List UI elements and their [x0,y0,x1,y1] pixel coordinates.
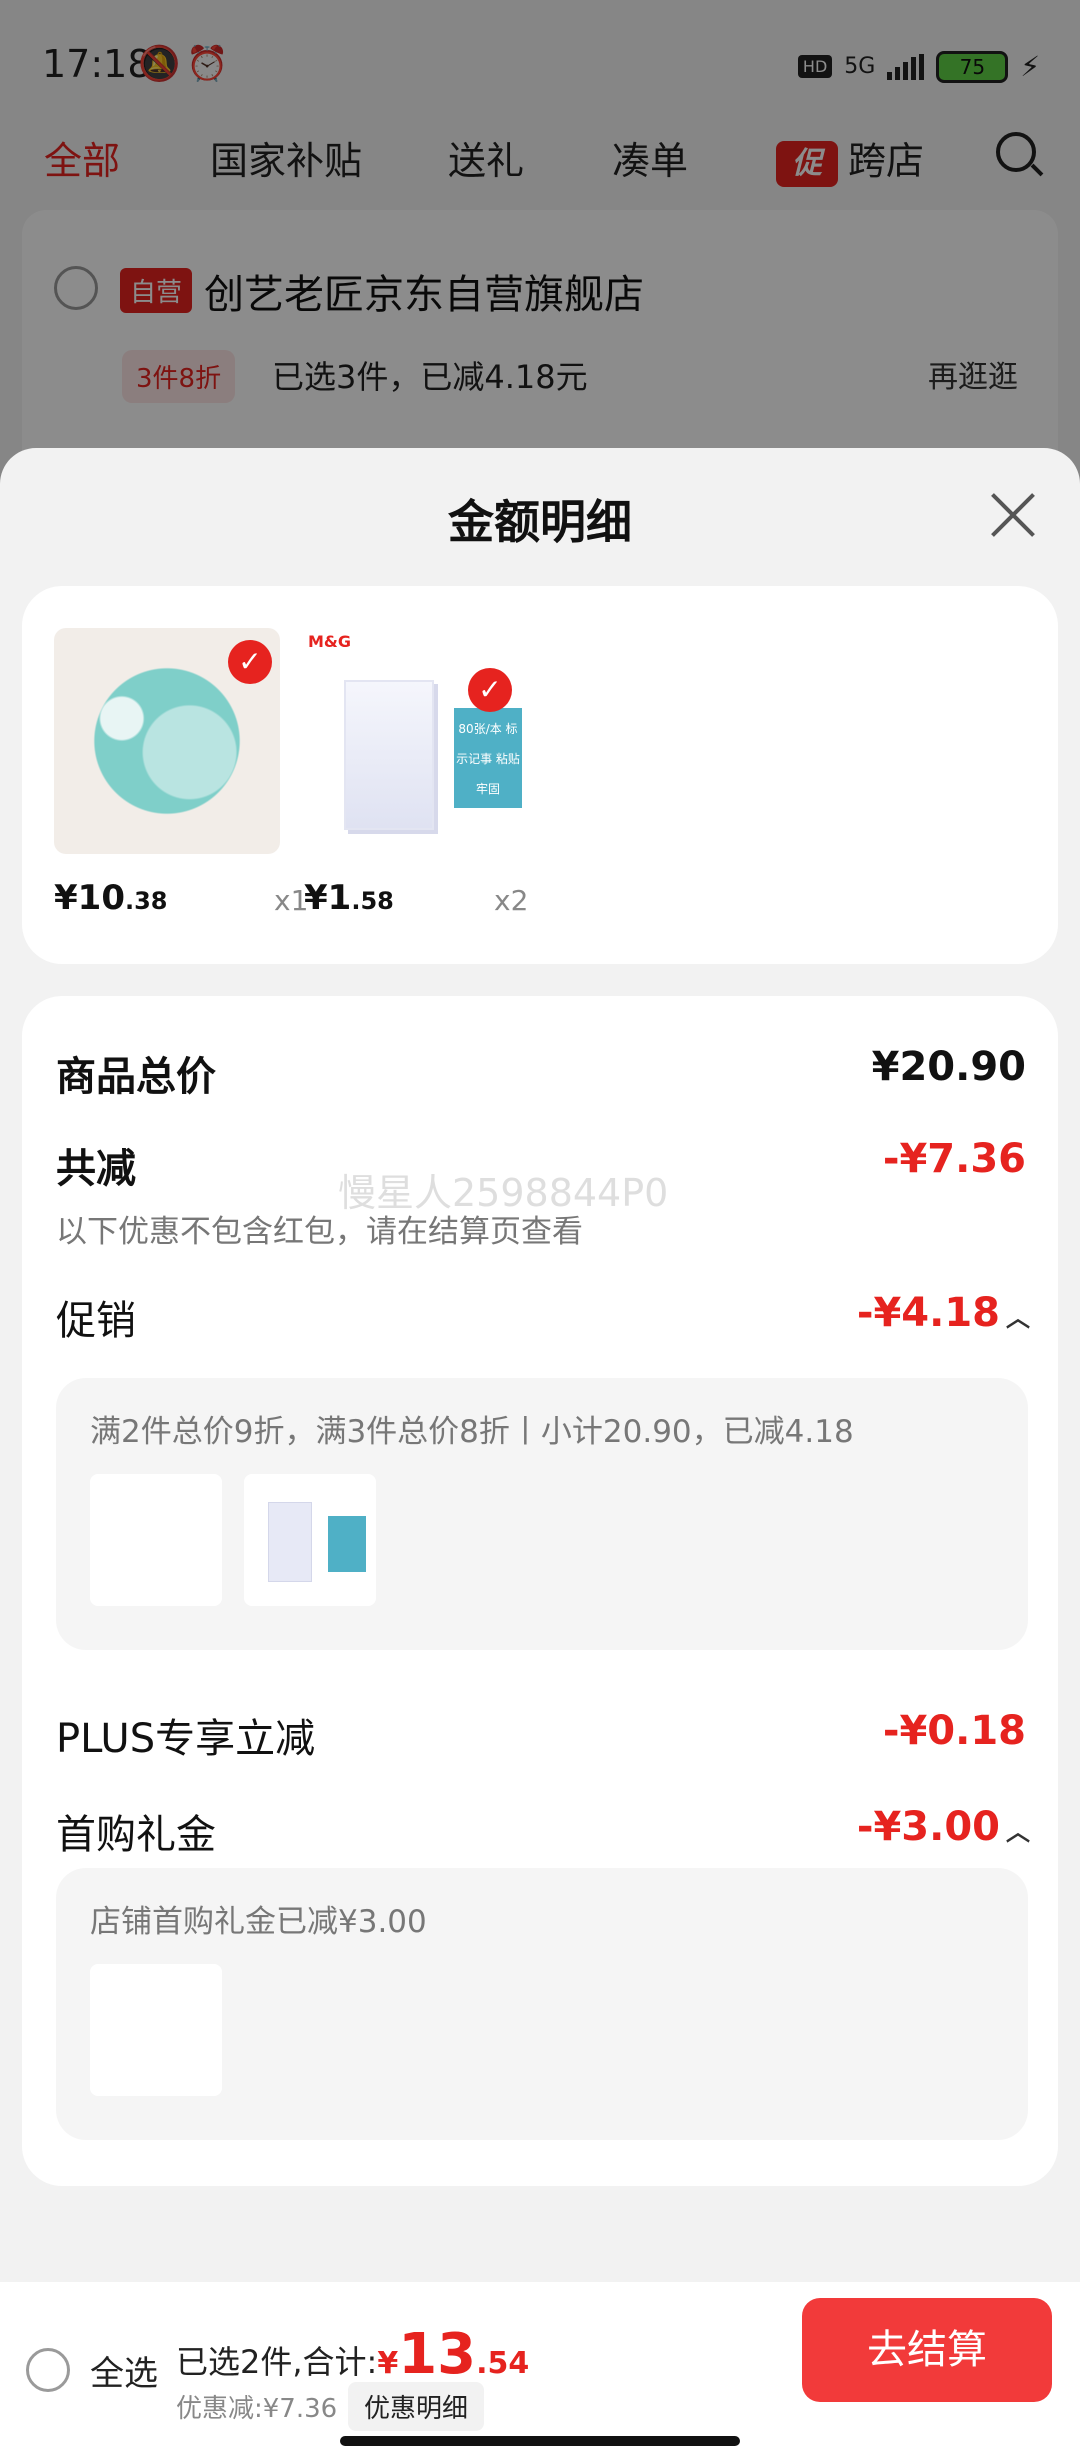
total-reduce-value: -¥7.36 [882,1136,1026,1182]
chevron-up-icon: ︿ [1006,1303,1030,1332]
subtotal-label: 商品总价 [56,1054,216,1100]
product-image-sticky-note: M&G 80张/本 标示记事 粘贴牢固 [304,628,530,854]
discount-amount: 优惠减:¥7.36 [176,2394,338,2424]
select-all-checkbox[interactable] [26,2348,70,2392]
discount-note: 以下优惠不包含红包，请在结算页查看 [56,1214,583,1250]
gift-value: -¥3.00 [856,1804,1000,1850]
promo-row-toggle[interactable]: -¥4.18 ︿ [857,1290,1030,1336]
select-all-label[interactable]: 全选 [90,2346,158,2395]
plus-label: PLUS专享立减 [56,1716,316,1762]
plus-value: -¥0.18 [882,1708,1026,1754]
total-currency: ¥ [377,2346,399,2381]
promo-label: 促销 [56,1298,136,1344]
checkout-button[interactable]: 去结算 [802,2298,1052,2402]
product-price: ¥10.38 [54,878,168,918]
gift-row-toggle[interactable]: -¥3.00 ︿ [857,1804,1030,1850]
total-reduce-label: 共减 [56,1146,136,1192]
home-indicator[interactable] [340,2436,740,2446]
product-qty: x2 [494,884,529,917]
sheet-title: 金额明细 [448,495,632,549]
close-icon[interactable] [990,492,1036,538]
total-decimal: .54 [476,2346,530,2381]
gift-detail-box: 店铺首购礼金已减¥3.00 [56,1868,1028,2140]
promo-description: 满2件总价9折，满3件总价8折丨小计20.90，已减4.18 [90,1414,854,1450]
amount-detail-sheet: 金额明细 ✓ ¥10.38 x1 M&G 80张/本 标示记事 粘贴牢固 ✓ ¥… [0,448,1080,2460]
discount-detail-button[interactable]: 优惠明细 [348,2382,485,2431]
detail-card: 商品总价 ¥20.90 共减 -¥7.36 慢星人2598844P0 以下优惠不… [22,996,1058,2186]
chevron-up-icon: ︿ [1006,1817,1030,1846]
gift-description: 店铺首购礼金已减¥3.00 [90,1904,427,1940]
checkout-bar: 全选 已选2件,合计:¥13.54 优惠减:¥7.36 优惠明细 去结算 [0,2282,1080,2460]
promo-thumb-sticky-note[interactable] [244,1474,376,1606]
total-line: 已选2件,合计:¥13.54 [176,2322,529,2387]
checked-icon: ✓ [228,640,272,684]
note-paper [344,680,434,830]
selected-count-text: 已选2件,合计: [176,2343,378,2381]
promo-thumb-sponge[interactable] [90,1474,222,1606]
gift-label: 首购礼金 [56,1812,216,1858]
product-price: ¥1.58 [304,878,394,918]
promo-value: -¥4.18 [856,1290,1000,1336]
products-card: ✓ ¥10.38 x1 M&G 80张/本 标示记事 粘贴牢固 ✓ ¥1.58 … [22,586,1058,964]
checked-icon: ✓ [468,668,512,712]
promo-detail-box: 满2件总价9折，满3件总价8折丨小计20.90，已减4.18 [56,1378,1028,1650]
gift-thumb-sponge[interactable] [90,1964,222,2096]
brand-logo: M&G [308,632,352,651]
note-tag: 80张/本 标示记事 粘贴牢固 [454,708,522,808]
subtotal-value: ¥20.90 [871,1044,1026,1090]
total-integer: 13 [398,2322,477,2387]
